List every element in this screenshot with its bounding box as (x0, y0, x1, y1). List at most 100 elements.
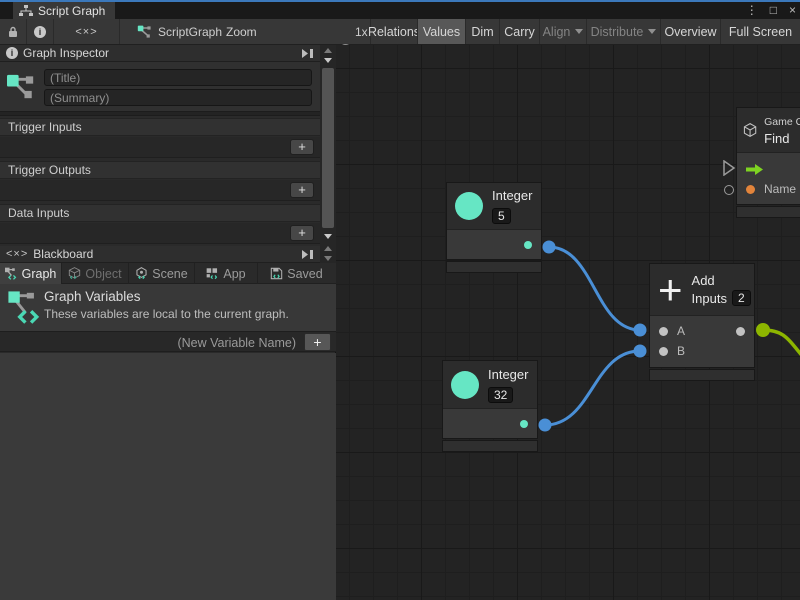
add-data-input-button[interactable]: + (290, 225, 314, 241)
add-trigger-output-button[interactable]: + (290, 182, 314, 198)
trigger-inputs-header: Trigger Inputs (0, 118, 320, 136)
node-subtitle: Game Object (764, 116, 800, 128)
inspect-button[interactable]: i (27, 19, 54, 44)
name-input-port[interactable] (746, 185, 755, 194)
zoom-value: 1x (355, 19, 368, 44)
graph-inspector-title: Graph Inspector (23, 46, 109, 60)
wire-endpoint (539, 419, 552, 432)
window-menu-icon[interactable]: ⋮ (746, 2, 758, 19)
new-variable-input[interactable]: (New Variable Name) (177, 332, 296, 353)
code-view-button[interactable]: <×> (54, 19, 120, 44)
align-dropdown[interactable]: Align (539, 19, 586, 44)
blackboard-scroll-down-button[interactable] (320, 253, 336, 263)
tab-app-label: App (223, 267, 245, 281)
info-icon: i (34, 26, 46, 38)
integer-value-input[interactable]: 32 (488, 387, 513, 403)
graph-canvas[interactable]: Integer 5 Integer 32 (336, 45, 800, 600)
blackboard-header: <×> Blackboard (0, 246, 336, 263)
graph-node-icon (7, 72, 39, 104)
window-controls: ⋮ □ × (746, 2, 796, 19)
graph-variables-description: These variables are local to the current… (44, 307, 289, 321)
graph-name-label: ScriptGraph (158, 19, 222, 44)
wire-integer5-to-add-a[interactable] (549, 247, 640, 330)
overview-button[interactable]: Overview (660, 19, 720, 44)
tab-scene-variables[interactable]: Scene (129, 263, 195, 284)
values-button[interactable]: Values (417, 19, 465, 44)
scroll-down-button[interactable] (320, 231, 336, 241)
overview-label: Overview (664, 25, 716, 39)
integer-value-input[interactable]: 5 (492, 208, 511, 224)
value-port-marker-icon[interactable] (724, 185, 734, 195)
divider (0, 111, 336, 116)
tab-graph-variables[interactable]: Graph (0, 263, 62, 284)
blackboard-icon: <×> (6, 248, 28, 260)
data-inputs-label: Data Inputs (8, 206, 69, 220)
graph-variables-icon (5, 267, 18, 280)
title-placeholder: (Title) (50, 71, 80, 85)
full-screen-button[interactable]: Full Screen (720, 19, 800, 44)
relations-button[interactable]: Relations (370, 19, 417, 44)
graph-meta-fields: (Title) (Summary) (0, 62, 336, 111)
scroll-down-button[interactable] (320, 55, 336, 65)
carry-button[interactable]: Carry (499, 19, 539, 44)
info-icon: i (6, 47, 18, 59)
blackboard-scroll-up-button[interactable] (320, 243, 336, 253)
tab-object-variables[interactable]: Object (62, 263, 129, 284)
dock-panel-icon[interactable] (301, 48, 314, 59)
summary-input[interactable]: (Summary) (44, 89, 312, 106)
scroll-up-button[interactable] (320, 45, 336, 55)
wire-endpoint (756, 323, 770, 337)
trigger-arrow-icon[interactable] (746, 164, 763, 175)
add-variable-button[interactable]: + (304, 333, 331, 351)
port-a-label: A (677, 324, 685, 338)
trigger-outputs-header: Trigger Outputs (0, 161, 320, 179)
inspector-scrollbar (320, 45, 336, 263)
tab-label: Script Graph (38, 4, 105, 18)
integer-output-port[interactable] (520, 420, 528, 428)
scrollbar-thumb[interactable] (322, 68, 334, 228)
gameobject-find-node[interactable]: Game Object Find Name (737, 108, 800, 217)
lock-button[interactable] (0, 19, 27, 44)
add-node[interactable]: + Add Inputs 2 A (650, 264, 754, 380)
title-input[interactable]: (Title) (44, 69, 312, 86)
node-title: Integer (492, 188, 532, 203)
node-footer (737, 207, 800, 217)
dim-label: Dim (471, 25, 493, 39)
port-row-b: B (650, 341, 754, 361)
dock-panel-icon[interactable] (301, 249, 314, 260)
integer-node-32[interactable]: Integer 32 (443, 361, 537, 451)
distribute-dropdown[interactable]: Distribute (586, 19, 660, 44)
carry-label: Carry (504, 25, 535, 39)
input-port-a[interactable] (659, 327, 668, 336)
add-trigger-input-button[interactable]: + (290, 139, 314, 155)
new-variable-placeholder: (New Variable Name) (177, 336, 296, 350)
node-title: Integer (488, 367, 528, 382)
window-maximize-icon[interactable]: □ (770, 2, 777, 19)
tab-saved-variables[interactable]: Saved (258, 263, 335, 284)
integer-node-5[interactable]: Integer 5 (447, 183, 541, 272)
window-close-icon[interactable]: × (789, 2, 796, 19)
data-inputs-header: Data Inputs (0, 204, 320, 222)
graph-variables-title: Graph Variables (44, 289, 141, 304)
input-port-b[interactable] (659, 347, 668, 356)
wire-integer32-to-add-b[interactable] (545, 351, 640, 425)
name-port-row: Name (737, 179, 800, 199)
values-label: Values (423, 25, 460, 39)
sitemap-icon (19, 5, 33, 17)
node-footer (447, 262, 541, 272)
script-graph-icon (137, 24, 153, 40)
tab-script-graph[interactable]: Script Graph (13, 2, 115, 19)
trigger-outputs-row: + (0, 180, 320, 201)
side-panel: i Graph Inspector (Title) (Summary) Trig… (0, 45, 336, 600)
dim-button[interactable]: Dim (465, 19, 499, 44)
inputs-count-input[interactable]: 2 (732, 290, 751, 306)
inputs-label: Inputs (692, 291, 727, 306)
integer-output-port[interactable] (524, 241, 532, 249)
zoom-label: Zoom (226, 19, 257, 44)
graph-variables-icon (8, 290, 40, 324)
trigger-port-marker-icon[interactable] (722, 160, 736, 176)
blackboard-title: Blackboard (33, 247, 93, 261)
add-output-port[interactable] (736, 327, 745, 336)
tab-app-variables[interactable]: App (195, 263, 258, 284)
graph-toolbar: i <×> ScriptGraph Zoom 1x Relations Valu… (0, 19, 800, 45)
